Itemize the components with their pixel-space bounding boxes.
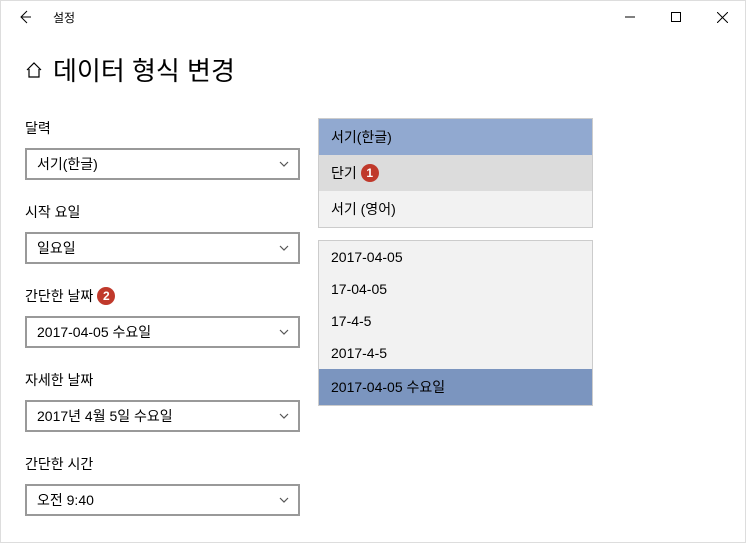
minimize-button[interactable] (607, 1, 653, 33)
first-day-combo[interactable]: 일요일 (25, 232, 300, 264)
titlebar: 설정 (1, 1, 745, 33)
close-icon (717, 12, 728, 23)
chevron-down-icon (278, 410, 290, 422)
first-day-label: 시작 요일 (25, 202, 300, 222)
page-header: 데이터 형식 변경 (25, 51, 721, 88)
calendar-combo[interactable]: 서기(한글) (25, 148, 300, 180)
dropdown-item[interactable]: 2017-4-5 (319, 337, 592, 369)
window-controls (607, 1, 745, 33)
maximize-button[interactable] (653, 1, 699, 33)
dropdown-item[interactable]: 서기 (영어) (319, 191, 592, 227)
short-date-combo[interactable]: 2017-04-05 수요일 (25, 316, 300, 348)
short-time-value: 오전 9:40 (37, 490, 94, 510)
long-date-combo[interactable]: 2017년 4월 5일 수요일 (25, 400, 300, 432)
chevron-down-icon (278, 158, 290, 170)
short-date-label-text: 간단한 날짜 (25, 286, 93, 306)
short-date-value: 2017-04-05 수요일 (37, 322, 151, 342)
chevron-down-icon (278, 242, 290, 254)
calendar-value: 서기(한글) (37, 154, 98, 174)
dropdown-item-label: 서기(한글) (331, 127, 392, 147)
field-calendar: 달력 서기(한글) (25, 118, 300, 180)
dropdown-item-label: 2017-04-05 (331, 249, 403, 265)
minimize-icon (625, 12, 635, 22)
home-icon[interactable] (25, 61, 43, 79)
maximize-icon (671, 12, 681, 22)
dropdown-item-label: 단기 (331, 163, 357, 183)
dropdown-item-label: 2017-4-5 (331, 345, 387, 361)
dropdown-item-label: 2017-04-05 수요일 (331, 377, 445, 397)
dropdown-item-label: 17-04-05 (331, 281, 387, 297)
page-title: 데이터 형식 변경 (53, 51, 235, 88)
dropdown-item[interactable]: 17-04-05 (319, 273, 592, 305)
badge-2: 2 (97, 287, 115, 305)
form-region: 달력 서기(한글) 시작 요일 일요일 (25, 118, 721, 538)
dropdown-item[interactable]: 2017-04-05 (319, 241, 592, 273)
calendar-dropdown: 서기(한글) 단기1 서기 (영어) (318, 118, 593, 228)
long-date-label: 자세한 날짜 (25, 370, 300, 390)
short-date-label: 간단한 날짜 2 (25, 286, 300, 306)
first-day-value: 일요일 (37, 238, 76, 258)
close-button[interactable] (699, 1, 745, 33)
short-date-dropdown: 2017-04-05 17-04-05 17-4-5 2017-4-5 2017-04-… (318, 240, 593, 406)
dropdown-item[interactable]: 서기(한글) (319, 119, 592, 155)
dropdown-item[interactable]: 2017-04-05 수요일 (319, 369, 592, 405)
field-first-day: 시작 요일 일요일 (25, 202, 300, 264)
arrow-left-icon (17, 9, 33, 25)
chevron-down-icon (278, 326, 290, 338)
back-button[interactable] (11, 3, 39, 31)
short-time-label: 간단한 시간 (25, 454, 300, 474)
content: 데이터 형식 변경 달력 서기(한글) 시작 요일 일요일 (1, 33, 745, 538)
long-date-value: 2017년 4월 5일 수요일 (37, 406, 173, 426)
field-short-time: 간단한 시간 오전 9:40 (25, 454, 300, 516)
form-column: 달력 서기(한글) 시작 요일 일요일 (25, 118, 300, 538)
dropdown-item[interactable]: 단기1 (319, 155, 592, 191)
dropdown-item[interactable]: 17-4-5 (319, 305, 592, 337)
dropdown-item-label: 서기 (영어) (331, 199, 396, 219)
calendar-label: 달력 (25, 118, 300, 138)
side-column: 서기(한글) 단기1 서기 (영어) 2017-04-05 17-04-05 17-4-… (318, 118, 593, 538)
field-short-date: 간단한 날짜 2 2017-04-05 수요일 (25, 286, 300, 348)
badge-1: 1 (361, 164, 379, 182)
chevron-down-icon (278, 494, 290, 506)
field-long-date: 자세한 날짜 2017년 4월 5일 수요일 (25, 370, 300, 432)
short-time-combo[interactable]: 오전 9:40 (25, 484, 300, 516)
app-title: 설정 (53, 9, 75, 26)
dropdown-item-label: 17-4-5 (331, 313, 371, 329)
